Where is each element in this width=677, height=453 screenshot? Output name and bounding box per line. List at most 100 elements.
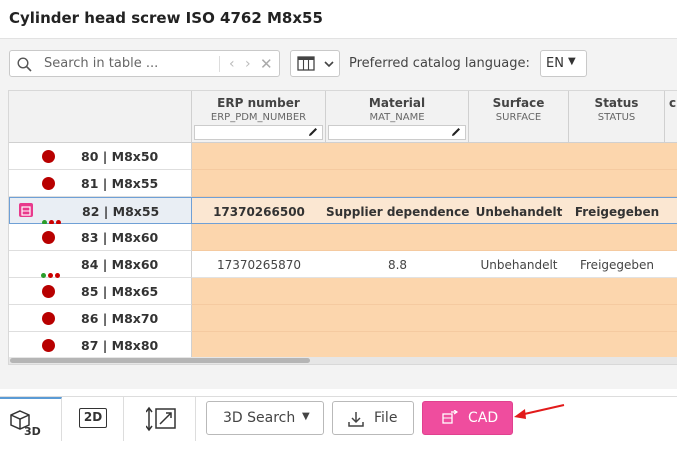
row-header[interactable]: 83 | M8x60 bbox=[9, 224, 192, 251]
row-cells[interactable] bbox=[192, 332, 677, 359]
row-label: 81 | M8x55 bbox=[81, 176, 159, 191]
table-panel: Search in table ... ‹ › ✕ Preferred cata… bbox=[0, 38, 677, 389]
cell-material: 8.8 bbox=[387, 258, 408, 272]
column-filter-input[interactable] bbox=[194, 125, 323, 140]
columns-button[interactable] bbox=[290, 50, 340, 77]
row-cells[interactable] bbox=[192, 170, 677, 197]
row-header[interactable]: 87 | M8x80 bbox=[9, 332, 192, 359]
table-row[interactable]: 80 | M8x50 bbox=[9, 143, 677, 170]
caret-down-icon: ▼ bbox=[568, 56, 576, 67]
pencil-icon[interactable] bbox=[450, 126, 462, 138]
cad-button[interactable]: CAD bbox=[422, 401, 513, 435]
status-red-icon bbox=[42, 312, 55, 325]
column-header-surface[interactable]: Surface SURFACE bbox=[469, 91, 569, 143]
chevron-right-icon[interactable]: › bbox=[245, 57, 251, 71]
column-label: ERP number bbox=[217, 96, 300, 110]
caret-down-icon: ▼ bbox=[302, 411, 310, 422]
scrollbar-thumb[interactable] bbox=[10, 358, 310, 363]
cell-surface: Unbehandelt bbox=[480, 258, 558, 272]
resize-icon bbox=[146, 406, 176, 432]
language-label: Preferred catalog language: bbox=[349, 56, 530, 71]
dimensions-button[interactable] bbox=[130, 397, 196, 441]
cell-erp-number: 17370265870 bbox=[217, 258, 301, 272]
search-placeholder: Search in table ... bbox=[44, 56, 159, 71]
column-key: ERP_PDM_NUMBER bbox=[210, 112, 307, 123]
row-cells[interactable] bbox=[192, 278, 677, 305]
column-key: STATUS bbox=[597, 112, 636, 123]
status-red-icon bbox=[42, 177, 55, 190]
column-filter-input[interactable] bbox=[328, 125, 466, 140]
language-select[interactable]: EN ▼ bbox=[540, 50, 587, 77]
table-row[interactable]: 83 | M8x60 bbox=[9, 224, 677, 251]
status-red-icon bbox=[42, 231, 55, 244]
column-label: cu bbox=[669, 96, 677, 110]
row-label: 80 | M8x50 bbox=[81, 149, 159, 164]
row-cells[interactable]: 17370266500 Supplier dependence Unbehand… bbox=[192, 197, 677, 224]
tab-3d[interactable]: 3D bbox=[0, 397, 62, 441]
search-input[interactable]: Search in table ... ‹ › ✕ bbox=[9, 50, 280, 77]
search-icon bbox=[17, 57, 32, 72]
column-key: SURFACE bbox=[495, 112, 542, 123]
cell-erp-number: 17370266500 bbox=[213, 205, 305, 219]
column-header-material[interactable]: Material MAT_NAME bbox=[326, 91, 469, 143]
table-row[interactable]: 85 | M8x65 bbox=[9, 278, 677, 305]
3d-search-button[interactable]: 3D Search ▼ bbox=[206, 401, 324, 435]
status-red-icon bbox=[42, 150, 55, 163]
table-row[interactable]: 87 | M8x80 bbox=[9, 332, 677, 359]
file-label: File bbox=[374, 410, 398, 426]
row-label: 85 | M8x65 bbox=[81, 284, 159, 299]
status-red-icon bbox=[42, 339, 55, 352]
cad-model-icon bbox=[19, 203, 33, 217]
pencil-icon[interactable] bbox=[307, 126, 319, 138]
chevron-left-icon[interactable]: ‹ bbox=[229, 57, 235, 71]
row-label: 83 | M8x60 bbox=[81, 230, 159, 245]
row-label: 82 | M8x55 bbox=[82, 204, 160, 219]
bottom-toolbar: 3D 2D 3D Search ▼ File CAD bbox=[0, 396, 677, 453]
cell-surface: Unbehandelt bbox=[475, 205, 563, 219]
column-header-status[interactable]: Status STATUS bbox=[569, 91, 665, 143]
table-row-selected[interactable]: 82 | M8x55 17370266500 Supplier dependen… bbox=[9, 197, 677, 225]
status-red-icon bbox=[42, 285, 55, 298]
tab-2d[interactable]: 2D bbox=[62, 397, 124, 441]
row-header[interactable]: 80 | M8x50 bbox=[9, 143, 192, 170]
cad-label: CAD bbox=[468, 410, 499, 426]
cad-export-icon bbox=[442, 410, 459, 424]
table-row[interactable]: 81 | M8x55 bbox=[9, 170, 677, 197]
row-label: 86 | M8x70 bbox=[81, 311, 159, 326]
row-header-corner bbox=[9, 91, 192, 143]
horizontal-scrollbar[interactable] bbox=[9, 357, 677, 364]
column-header-cu[interactable]: cu bbox=[665, 91, 677, 143]
cell-material: Supplier dependence bbox=[326, 205, 470, 219]
column-header-erp-number[interactable]: ERP number ERP_PDM_NUMBER bbox=[192, 91, 326, 143]
row-label: 84 | M8x60 bbox=[81, 257, 159, 272]
row-cells[interactable] bbox=[192, 305, 677, 332]
file-button[interactable]: File bbox=[332, 401, 414, 435]
table-row[interactable]: 84 | M8x60 17370265870 8.8 Unbehandelt F… bbox=[9, 251, 677, 278]
row-header[interactable]: 85 | M8x65 bbox=[9, 278, 192, 305]
tab-3d-label: 3D bbox=[24, 425, 41, 438]
title-bar: Cylinder head screw ISO 4762 M8x55 bbox=[0, 0, 677, 38]
chevron-down-icon bbox=[324, 61, 334, 68]
row-cells[interactable] bbox=[192, 224, 677, 251]
column-label: Surface bbox=[492, 96, 545, 110]
column-label: Material bbox=[368, 96, 426, 110]
row-header[interactable]: 81 | M8x55 bbox=[9, 170, 192, 197]
close-icon[interactable]: ✕ bbox=[260, 57, 273, 72]
row-header[interactable]: 86 | M8x70 bbox=[9, 305, 192, 332]
row-header[interactable]: 82 | M8x55 bbox=[9, 197, 192, 225]
page-title: Cylinder head screw ISO 4762 M8x55 bbox=[9, 9, 323, 27]
cell-status: Freigegeben bbox=[579, 258, 655, 272]
row-cells[interactable] bbox=[192, 143, 677, 170]
3d-search-label: 3D Search bbox=[223, 410, 296, 426]
variant-table: ERP number ERP_PDM_NUMBER Material MAT_N… bbox=[8, 90, 677, 365]
column-label: Status bbox=[594, 96, 639, 110]
column-key: MAT_NAME bbox=[369, 112, 425, 123]
row-header[interactable]: 84 | M8x60 bbox=[9, 251, 192, 278]
tab-2d-label: 2D bbox=[79, 408, 107, 428]
divider bbox=[219, 56, 220, 72]
annotation-arrow-icon bbox=[514, 404, 565, 419]
table-columns-icon bbox=[297, 56, 315, 71]
table-row[interactable]: 86 | M8x70 bbox=[9, 305, 677, 332]
row-label: 87 | M8x80 bbox=[81, 338, 159, 353]
row-cells[interactable]: 17370265870 8.8 Unbehandelt Freigegeben bbox=[192, 251, 677, 278]
